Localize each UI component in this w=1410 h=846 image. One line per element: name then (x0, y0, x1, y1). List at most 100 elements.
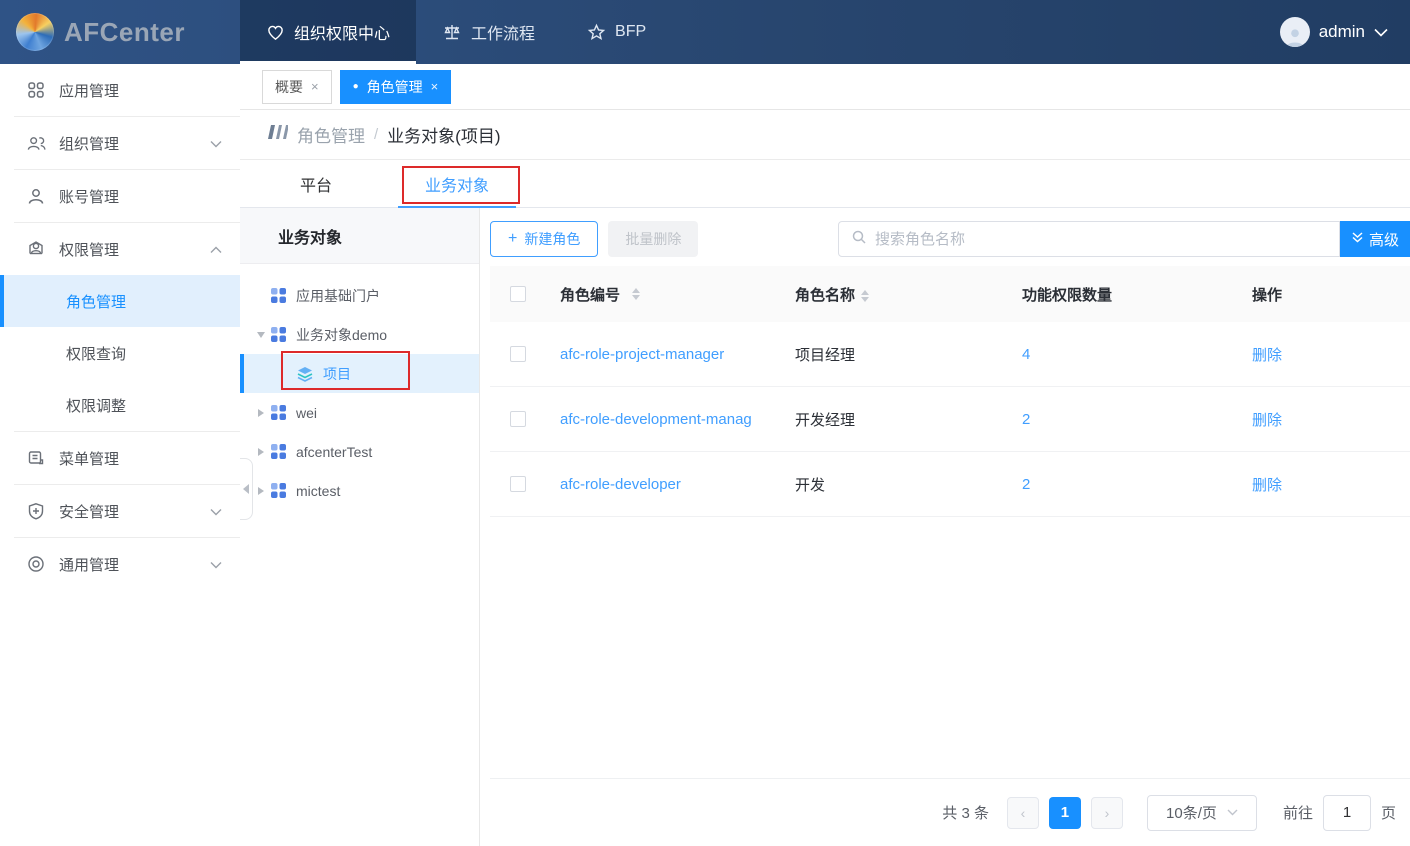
sidebar-item-label: 组织管理 (59, 133, 119, 154)
prev-page-button[interactable]: ‹ (1007, 797, 1039, 829)
tab-label: 角色管理 (367, 77, 423, 97)
column-header-role-code[interactable]: 角色编号 (546, 284, 781, 305)
page-size-select[interactable]: 10条/页 (1147, 795, 1257, 831)
tree-node-mictest[interactable]: mictest (240, 471, 479, 510)
breadcrumb-parent[interactable]: 角色管理 (297, 122, 365, 147)
tree-node-app-base-portal[interactable]: 应用基础门户 (240, 276, 479, 315)
logo: AFCenter (0, 0, 240, 64)
nav-item-label: 组织权限中心 (294, 20, 390, 44)
search-input[interactable] (875, 231, 1327, 248)
sidebar-item-label: 菜单管理 (59, 448, 119, 469)
plus-icon: + (508, 230, 517, 248)
sidebar-subitem-label: 角色管理 (66, 291, 126, 312)
table-row: afc-role-project-manager 项目经理 4 删除 (490, 322, 1410, 387)
row-checkbox[interactable] (510, 346, 526, 362)
role-code-link[interactable]: afc-role-development-manag (560, 411, 752, 428)
permission-count-link[interactable]: 2 (1022, 411, 1030, 428)
subtab-business-object[interactable]: 业务对象 (398, 160, 516, 207)
tree-node-label: wei (296, 405, 317, 421)
row-checkbox[interactable] (510, 411, 526, 427)
layers-icon (296, 365, 314, 383)
tree-node-wei[interactable]: wei (240, 393, 479, 432)
logo-icon (16, 13, 54, 51)
batch-delete-button[interactable]: 批量删除 (608, 221, 698, 257)
caret-expanded-icon[interactable] (252, 332, 270, 338)
document-icon (27, 449, 47, 467)
sidebar-item-label: 通用管理 (59, 554, 119, 575)
sidebar-subitem-permission-adjust[interactable]: 权限调整 (0, 379, 240, 431)
empty-space (490, 517, 1410, 778)
sidebar-subitem-label: 权限调整 (66, 395, 126, 416)
person-icon (27, 187, 47, 205)
sidebar-item-menu-management[interactable]: 菜单管理 (0, 432, 240, 484)
subtab-bar: 平台 业务对象 (240, 160, 1410, 208)
business-object-tree-panel: 业务对象 应用基础门户 (240, 208, 480, 846)
role-code-link[interactable]: afc-role-project-manager (560, 346, 724, 363)
nav-item-org-permission-center[interactable]: 组织权限中心 (240, 0, 416, 64)
target-circle-icon (27, 555, 47, 573)
subtab-platform[interactable]: 平台 (270, 160, 362, 207)
sidebar-item-account-management[interactable]: 账号管理 (0, 170, 240, 222)
sidebar-item-permission-management[interactable]: 权限管理 (0, 223, 240, 275)
goto-page-input[interactable] (1323, 795, 1371, 831)
search-group: 高级 (838, 221, 1410, 257)
column-label: 角色编号 (560, 284, 620, 305)
tree-node-business-object-demo[interactable]: 业务对象demo (240, 315, 479, 354)
delete-link[interactable]: 删除 (1252, 477, 1282, 494)
search-box (838, 221, 1340, 257)
tree-node-label: 项目 (323, 364, 351, 384)
select-all-checkbox[interactable] (510, 286, 526, 302)
sidebar-item-general-management[interactable]: 通用管理 (0, 538, 240, 590)
page-number-button[interactable]: 1 (1049, 797, 1081, 829)
table-header-row: 角色编号 角色名称 功能权限数量 操作 (490, 266, 1410, 322)
delete-link[interactable]: 删除 (1252, 347, 1282, 364)
avatar (1280, 17, 1310, 47)
tree-node-project[interactable]: 项目 (240, 354, 479, 393)
chevron-down-icon (1374, 28, 1388, 37)
nav-item-bfp[interactable]: BFP (561, 0, 672, 64)
role-name: 开发 (795, 477, 825, 494)
sort-icon[interactable] (861, 290, 869, 302)
logo-text: AFCenter (64, 17, 185, 48)
tree-node-afcentertest[interactable]: afcenterTest (240, 432, 479, 471)
tab-overview[interactable]: 概要 × (262, 70, 332, 104)
caret-collapsed-icon[interactable] (252, 409, 270, 417)
subtab-label: 业务对象 (425, 172, 489, 196)
sidebar-item-security-management[interactable]: 安全管理 (0, 485, 240, 537)
user-menu[interactable]: admin (1280, 0, 1410, 64)
close-icon[interactable]: × (431, 79, 439, 94)
permission-count-link[interactable]: 4 (1022, 346, 1030, 363)
main-area: 概要 × ● 角色管理 × 角色管理 / 业务对象(项目) 平台 业务对象 (240, 64, 1410, 846)
tab-role-management[interactable]: ● 角色管理 × (340, 70, 452, 104)
sidebar-item-org-management[interactable]: 组织管理 (0, 117, 240, 169)
tree-node-label: mictest (296, 483, 340, 499)
role-code-link[interactable]: afc-role-developer (560, 476, 681, 493)
sidebar-item-label: 权限管理 (59, 239, 119, 260)
new-role-button[interactable]: + 新建角色 (490, 221, 598, 257)
app-grid-icon (270, 287, 287, 304)
page-size-value: 10条/页 (1166, 802, 1217, 823)
breadcrumb-separator: / (374, 126, 378, 143)
advanced-button[interactable]: 高级 (1340, 221, 1410, 257)
chevron-down-icon (1227, 809, 1238, 816)
next-page-button[interactable]: › (1091, 797, 1123, 829)
caret-collapsed-icon[interactable] (252, 487, 270, 495)
sidebar-collapse-handle[interactable] (240, 458, 253, 520)
permission-count-link[interactable]: 2 (1022, 476, 1030, 493)
star-icon (587, 23, 606, 42)
role-table: 角色编号 角色名称 功能权限数量 操作 afc-role-proje (490, 266, 1410, 517)
people-icon (27, 134, 47, 152)
sidebar-subitem-permission-query[interactable]: 权限查询 (0, 327, 240, 379)
sort-icon[interactable] (632, 288, 640, 300)
tree-node-label: 业务对象demo (296, 325, 387, 345)
caret-collapsed-icon[interactable] (252, 448, 270, 456)
chevron-down-icon (210, 503, 222, 520)
row-checkbox[interactable] (510, 476, 526, 492)
sidebar-subitem-role-management[interactable]: 角色管理 (0, 275, 240, 327)
close-icon[interactable]: × (311, 79, 319, 94)
nav-item-workflow[interactable]: 工作流程 (416, 0, 561, 64)
sidebar-item-app-management[interactable]: 应用管理 (0, 64, 240, 116)
delete-link[interactable]: 删除 (1252, 412, 1282, 429)
column-header-role-name[interactable]: 角色名称 (781, 284, 1008, 305)
app-header: AFCenter 组织权限中心 工作流程 (0, 0, 1410, 64)
